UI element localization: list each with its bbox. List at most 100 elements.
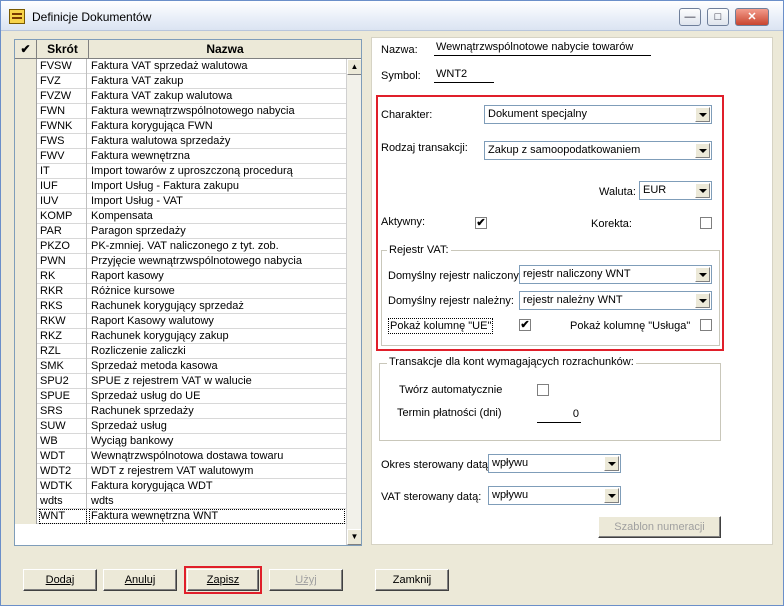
table-row[interactable]: FWS Faktura walutowa sprzedaży [15, 134, 346, 149]
rej-nalezny-dropdown-icon[interactable] [695, 293, 710, 308]
table-row[interactable]: RK Raport kasowy [15, 269, 346, 284]
table-row[interactable]: SMK Sprzedaż metoda kasowa [15, 359, 346, 374]
rodzaj-select[interactable]: Zakup z samoopodatkowaniem [484, 141, 712, 160]
okres-select[interactable]: wpływu [488, 454, 621, 473]
table-row[interactable]: SPUE Sprzedaż usług do UE [15, 389, 346, 404]
pokaz-ue-checkbox[interactable]: ✔ [519, 319, 531, 331]
table-row[interactable]: WDT Wewnątrzwspólnotowa dostawa towaru [15, 449, 346, 464]
table-row[interactable]: IUF Import Usług - Faktura zakupu [15, 179, 346, 194]
row-checkbox-cell[interactable] [15, 494, 37, 509]
row-checkbox-cell[interactable] [15, 149, 37, 164]
waluta-select[interactable]: EUR [639, 181, 712, 200]
okres-dropdown-icon[interactable] [604, 456, 619, 471]
row-checkbox-cell[interactable] [15, 59, 37, 74]
table-row[interactable]: WDTK Faktura korygująca WDT [15, 479, 346, 494]
row-checkbox-cell[interactable] [15, 119, 37, 134]
charakter-dropdown-icon[interactable] [695, 107, 710, 122]
row-checkbox-cell[interactable] [15, 374, 37, 389]
table-row[interactable]: IUV Import Usług - VAT [15, 194, 346, 209]
row-checkbox-cell[interactable] [15, 344, 37, 359]
table-row[interactable]: wdts wdts [15, 494, 346, 509]
table-row[interactable]: SRS Rachunek sprzedaży [15, 404, 346, 419]
row-checkbox-cell[interactable] [15, 389, 37, 404]
code-column-header[interactable]: Skrót [37, 40, 89, 58]
table-row[interactable]: PAR Paragon sprzedaży [15, 224, 346, 239]
table-row[interactable]: WNT Faktura wewnętrzna WNT [15, 509, 346, 524]
dodaj-button[interactable]: Dodaj [23, 569, 97, 591]
table-row[interactable]: FVZ Faktura VAT zakup [15, 74, 346, 89]
table-row[interactable]: PWN Przyjęcie wewnątrzwspólnotowego nabyc… [15, 254, 346, 269]
table-row[interactable]: RKS Rachunek korygujący sprzedaż [15, 299, 346, 314]
table-row[interactable]: IT Import towarów z uproszczoną procedurą [15, 164, 346, 179]
row-checkbox-cell[interactable] [15, 284, 37, 299]
table-row[interactable]: WDT2 WDT z rejestrem VAT walutowym [15, 464, 346, 479]
symbol-field[interactable]: WNT2 [434, 68, 494, 83]
aktywny-checkbox[interactable]: ✔ [475, 217, 487, 229]
check-column-header[interactable]: ✔ [15, 40, 37, 58]
korekta-checkbox[interactable] [700, 217, 712, 229]
row-checkbox-cell[interactable] [15, 239, 37, 254]
row-checkbox-cell[interactable] [15, 134, 37, 149]
name-field[interactable]: Wewnątrzwspólnotowe nabycie towarów [434, 41, 651, 56]
row-checkbox-cell[interactable] [15, 434, 37, 449]
row-checkbox-cell[interactable] [15, 164, 37, 179]
table-row[interactable]: FWV Faktura wewnętrzna [15, 149, 346, 164]
table-row[interactable]: SPU2 SPUE z rejestrem VAT w walucie [15, 374, 346, 389]
documents-grid[interactable]: ✔ Skrót Nazwa FVSW Faktura VAT sprzedaż w… [14, 39, 362, 546]
row-checkbox-cell[interactable] [15, 329, 37, 344]
rodzaj-dropdown-icon[interactable] [695, 143, 710, 158]
row-checkbox-cell[interactable] [15, 449, 37, 464]
row-checkbox-cell[interactable] [15, 464, 37, 479]
szablon-numeracji-button[interactable]: Szablon numeracji [598, 516, 721, 538]
scroll-down-button[interactable]: ▼ [347, 529, 361, 545]
table-row[interactable]: RKR Różnice kursowe [15, 284, 346, 299]
table-row[interactable]: FWNK Faktura korygująca FWN [15, 119, 346, 134]
close-button[interactable]: ✕ [735, 8, 769, 26]
table-row[interactable]: RZL Rozliczenie zaliczki [15, 344, 346, 359]
table-row[interactable]: WB Wyciąg bankowy [15, 434, 346, 449]
rej-naliczony-dropdown-icon[interactable] [695, 267, 710, 282]
table-row[interactable]: PKZO PK-zmniej. VAT naliczonego z tyt. zo… [15, 239, 346, 254]
row-checkbox-cell[interactable] [15, 419, 37, 434]
table-row[interactable]: FWN Faktura wewnątrzwspólnotowego nabycia [15, 104, 346, 119]
row-checkbox-cell[interactable] [15, 179, 37, 194]
table-row[interactable]: RKW Raport Kasowy walutowy [15, 314, 346, 329]
vat-select[interactable]: wpływu [488, 486, 621, 505]
zapisz-button[interactable]: Zapisz [184, 566, 262, 594]
row-checkbox-cell[interactable] [15, 74, 37, 89]
row-checkbox-cell[interactable] [15, 404, 37, 419]
row-checkbox-cell[interactable] [15, 194, 37, 209]
charakter-select[interactable]: Dokument specjalny [484, 105, 712, 124]
table-row[interactable]: FVZW Faktura VAT zakup walutowa [15, 89, 346, 104]
row-checkbox-cell[interactable] [15, 224, 37, 239]
minimize-button[interactable]: — [679, 8, 701, 26]
row-checkbox-cell[interactable] [15, 509, 37, 524]
pokaz-usluga-checkbox[interactable] [700, 319, 712, 331]
row-checkbox-cell[interactable] [15, 89, 37, 104]
row-checkbox-cell[interactable] [15, 104, 37, 119]
row-checkbox-cell[interactable] [15, 254, 37, 269]
pokaz-ue-label[interactable]: Pokaż kolumnę "UE" [387, 318, 494, 334]
tworz-checkbox[interactable] [537, 384, 549, 396]
termin-field[interactable]: 0 [537, 408, 581, 423]
table-row[interactable]: SUW Sprzedaż usług [15, 419, 346, 434]
vat-dropdown-icon[interactable] [604, 488, 619, 503]
row-checkbox-cell[interactable] [15, 269, 37, 284]
scroll-up-button[interactable]: ▲ [347, 59, 361, 75]
table-row[interactable]: FVSW Faktura VAT sprzedaż walutowa [15, 59, 346, 74]
row-checkbox-cell[interactable] [15, 314, 37, 329]
table-row[interactable]: RKZ Rachunek korygujący zakup [15, 329, 346, 344]
maximize-button[interactable]: □ [707, 8, 729, 26]
row-checkbox-cell[interactable] [15, 299, 37, 314]
table-row[interactable]: KOMP Kompensata [15, 209, 346, 224]
row-checkbox-cell[interactable] [15, 359, 37, 374]
anuluj-button[interactable]: Anuluj [103, 569, 177, 591]
waluta-dropdown-icon[interactable] [695, 183, 710, 198]
zamknij-button[interactable]: Zamknij [375, 569, 449, 591]
row-checkbox-cell[interactable] [15, 479, 37, 494]
uzyj-button[interactable]: Użyj [269, 569, 343, 591]
title-bar[interactable]: Definicje Dokumentów — □ ✕ [1, 1, 783, 31]
name-column-header[interactable]: Nazwa [89, 40, 361, 58]
rej-nalezny-select[interactable]: rejestr należny WNT [519, 291, 712, 310]
rej-naliczony-select[interactable]: rejestr naliczony WNT [519, 265, 712, 284]
